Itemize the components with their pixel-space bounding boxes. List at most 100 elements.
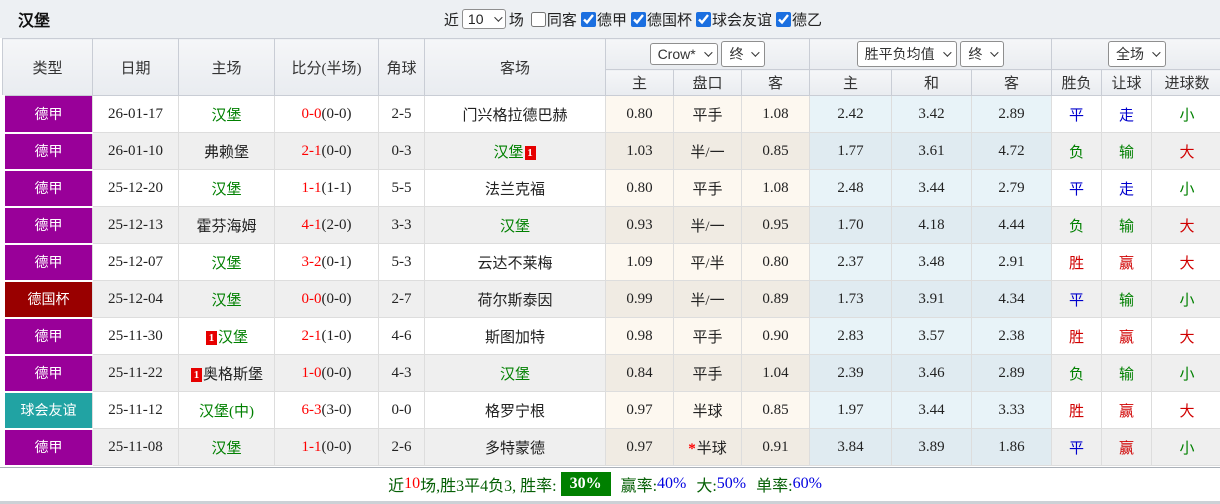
- date-cell: 25-12-20: [93, 170, 179, 207]
- handicap-result-cell: 走: [1102, 96, 1152, 133]
- handicap-cell: 半/一: [674, 133, 742, 170]
- sub-header-goals: 进球数: [1152, 70, 1220, 96]
- league-tag: 球会友谊: [3, 392, 93, 429]
- mean-home-cell: 1.97: [810, 392, 892, 429]
- mean-draw-cell: 3.48: [892, 244, 972, 281]
- odds-home-cell: 0.99: [606, 281, 674, 318]
- handicap-result-cell: 走: [1102, 170, 1152, 207]
- goals-result-cell: 小: [1152, 429, 1220, 466]
- mean-draw-cell: 3.89: [892, 429, 972, 466]
- goals-result-cell: 小: [1152, 170, 1220, 207]
- odds-home-cell: 1.09: [606, 244, 674, 281]
- odds-home-cell: 0.80: [606, 96, 674, 133]
- mean-draw-cell: 3.44: [892, 170, 972, 207]
- filter-checkbox-4[interactable]: [776, 12, 791, 27]
- home-team-cell: 1汉堡: [179, 318, 275, 355]
- corner-cell: 4-3: [379, 355, 425, 392]
- mean-time-select[interactable]: 终: [960, 41, 1004, 67]
- odds-home-cell: 0.98: [606, 318, 674, 355]
- red-number-badge: 1: [206, 331, 217, 345]
- away-team-cell: 格罗宁根: [425, 392, 606, 429]
- filter-checkbox-0[interactable]: [531, 12, 546, 27]
- chevron-down-icon: [1152, 48, 1160, 56]
- date-cell: 25-12-07: [93, 244, 179, 281]
- summary-count: 10: [404, 475, 420, 493]
- outcome-cell: 平: [1052, 170, 1102, 207]
- corner-cell: 2-7: [379, 281, 425, 318]
- filter-checkbox-1[interactable]: [581, 12, 596, 27]
- odds-home-cell: 0.80: [606, 170, 674, 207]
- outcome-cell: 平: [1052, 96, 1102, 133]
- league-tag: 德甲: [3, 318, 93, 355]
- league-tag: 德甲: [3, 133, 93, 170]
- table-row: 德甲 25-12-20 汉堡 1-1(1-1) 5-5 法兰克福 0.80 平手…: [3, 170, 1220, 207]
- goals-result-cell: 小: [1152, 355, 1220, 392]
- date-cell: 25-11-08: [93, 429, 179, 466]
- handicap-result-cell: 输: [1102, 281, 1152, 318]
- mean-away-cell: 2.91: [972, 244, 1052, 281]
- odds-home-cell: 0.93: [606, 207, 674, 244]
- away-team-cell: 汉堡: [425, 355, 606, 392]
- away-team-cell: 法兰克福: [425, 170, 606, 207]
- sub-header-mean-draw: 和: [892, 70, 972, 96]
- mean-draw-cell: 3.91: [892, 281, 972, 318]
- odds-time-select[interactable]: 终: [721, 41, 765, 67]
- mean-away-cell: 2.89: [972, 96, 1052, 133]
- outcome-cell: 胜: [1052, 392, 1102, 429]
- filter-checkbox-3[interactable]: [696, 12, 711, 27]
- matches-label: 场: [509, 9, 524, 30]
- mean-draw-cell: 4.18: [892, 207, 972, 244]
- goals-result-cell: 小: [1152, 281, 1220, 318]
- odds-group-header: Crow* 终: [606, 39, 810, 70]
- table-row: 球会友谊 25-11-12 汉堡(中) 6-3(3-0) 0-0 格罗宁根 0.…: [3, 392, 1220, 429]
- league-tag: 德甲: [3, 244, 93, 281]
- mean-home-cell: 2.83: [810, 318, 892, 355]
- score-cell: 3-2(0-1): [275, 244, 379, 281]
- mean-home-cell: 2.37: [810, 244, 892, 281]
- recent-count-select[interactable]: 10: [462, 9, 506, 29]
- corner-cell: 0-3: [379, 133, 425, 170]
- handicap-change-star: *: [688, 441, 696, 457]
- table-row: 德国杯 25-12-04 汉堡 0-0(0-0) 2-7 荷尔斯泰因 0.99 …: [3, 281, 1220, 318]
- mean-away-cell: 2.79: [972, 170, 1052, 207]
- date-cell: 25-11-12: [93, 392, 179, 429]
- sub-header-outcome: 胜负: [1052, 70, 1102, 96]
- date-cell: 25-12-04: [93, 281, 179, 318]
- away-team-cell: 多特蒙德: [425, 429, 606, 466]
- summary-record: 场,胜3平4负3, 胜率:: [420, 472, 556, 496]
- score-cell: 4-1(2-0): [275, 207, 379, 244]
- date-cell: 25-12-13: [93, 207, 179, 244]
- corner-cell: 5-3: [379, 244, 425, 281]
- date-cell: 26-01-17: [93, 96, 179, 133]
- corner-cell: 2-6: [379, 429, 425, 466]
- filter-checkbox-2[interactable]: [631, 12, 646, 27]
- mean-home-cell: 1.77: [810, 133, 892, 170]
- league-filters: 同客德甲德国杯球会友谊德乙: [527, 9, 822, 30]
- bookmaker-select[interactable]: Crow*: [650, 43, 718, 65]
- near-label: 近: [444, 9, 459, 30]
- mean-draw-cell: 3.57: [892, 318, 972, 355]
- score-cell: 1-1(0-0): [275, 429, 379, 466]
- league-tag: 德甲: [3, 96, 93, 133]
- corner-cell: 3-3: [379, 207, 425, 244]
- table-row: 德甲 26-01-10 弗赖堡 2-1(0-0) 0-3 汉堡1 1.03 半/…: [3, 133, 1220, 170]
- score-cell: 1-0(0-0): [275, 355, 379, 392]
- odds-away-cell: 0.89: [742, 281, 810, 318]
- period-select[interactable]: 全场: [1108, 41, 1166, 67]
- mean-odds-select[interactable]: 胜平负均值: [857, 41, 957, 67]
- filter-label: 球会友谊: [712, 9, 772, 30]
- goals-result-cell: 小: [1152, 96, 1220, 133]
- summary-item-value: 40%: [657, 475, 686, 493]
- mean-away-cell: 1.86: [972, 429, 1052, 466]
- goals-result-cell: 大: [1152, 244, 1220, 281]
- handicap-cell: 平手: [674, 318, 742, 355]
- mean-away-cell: 2.89: [972, 355, 1052, 392]
- league-tag: 德甲: [3, 429, 93, 466]
- away-team-cell: 门兴格拉德巴赫: [425, 96, 606, 133]
- handicap-result-cell: 赢: [1102, 244, 1152, 281]
- league-tag: 德甲: [3, 355, 93, 392]
- handicap-cell: 半球: [674, 392, 742, 429]
- mean-home-cell: 2.42: [810, 96, 892, 133]
- mean-draw-cell: 3.44: [892, 392, 972, 429]
- odds-away-cell: 0.85: [742, 133, 810, 170]
